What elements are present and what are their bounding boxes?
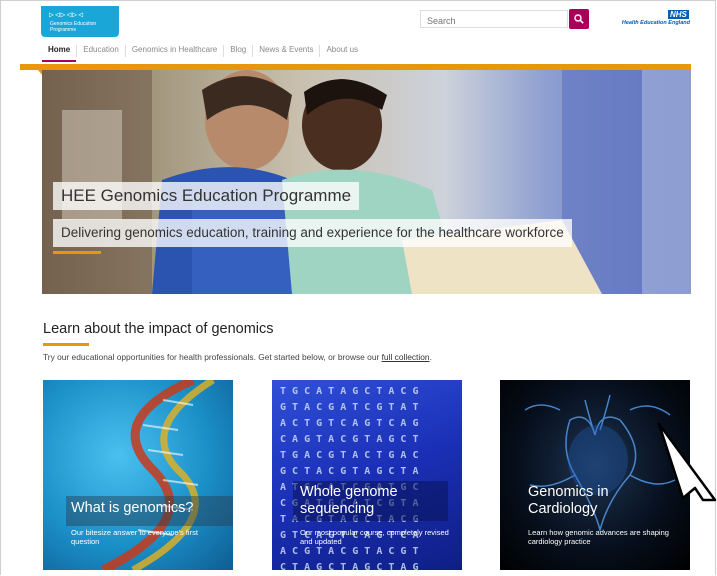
nav-item-home[interactable]: Home — [42, 45, 77, 62]
hero-accent-line — [53, 251, 101, 254]
intro-copy: Try our educational opportunities for he… — [43, 352, 380, 362]
nav-item-news-events[interactable]: News & Events — [252, 45, 319, 57]
hero-subtitle: Delivering genomics education, training … — [53, 219, 572, 247]
svg-text:T G C A T A G C T A C G: T G C A T A G C T A C G — [280, 386, 418, 397]
svg-text:G C T A C G T A G C T A: G C T A C G T A G C T A — [280, 466, 418, 477]
mouse-cursor-icon — [657, 422, 717, 502]
card-title-line2: sequencing — [300, 501, 375, 517]
section-accent-line — [43, 343, 89, 346]
search-input[interactable] — [421, 13, 567, 29]
card-what-is-genomics[interactable]: What is genomics? Our bitesize answer to… — [43, 380, 233, 570]
intro-end: . — [429, 352, 432, 362]
search-field[interactable] — [420, 10, 568, 29]
nav-item-blog[interactable]: Blog — [223, 45, 252, 57]
card-title-line2: Cardiology — [528, 501, 598, 517]
main-nav: Home Education Genomics in Healthcare Bl… — [42, 45, 364, 65]
full-collection-link[interactable]: full collection — [382, 352, 430, 362]
nhs-logo[interactable]: NHS — [668, 10, 689, 19]
search-button[interactable] — [569, 9, 589, 29]
intro-text: Try our educational opportunities for he… — [43, 352, 432, 362]
svg-text:C T A G C T A G C T A G: C T A G C T A G C T A G — [280, 562, 418, 570]
search-icon — [574, 14, 584, 24]
card-title-line1: Whole genome — [300, 484, 398, 500]
card-title: What is genomics? — [71, 500, 194, 516]
svg-text:A C T G T C A G T C A G: A C T G T C A G T C A G — [280, 418, 418, 429]
card-description: Our most popular course, completely revi… — [300, 528, 449, 546]
svg-text:G T A C G A T C G T A T: G T A C G A T C G T A T — [280, 402, 418, 413]
hero-title: HEE Genomics Education Programme — [53, 182, 360, 210]
section-title: Learn about the impact of genomics — [43, 321, 274, 337]
card-description: Learn how genomic advances are shaping c… — [528, 528, 669, 546]
svg-text:T G A C G T A C T G A C: T G A C G T A C T G A C — [280, 450, 418, 461]
hee-name: Health Education England — [621, 20, 690, 26]
svg-text:A C G T A C G T A C G T: A C G T A C G T A C G T — [280, 546, 418, 557]
nav-item-about-us[interactable]: About us — [319, 45, 364, 57]
dna-logo-icon: ▷◁▷◁▷◁ — [49, 10, 84, 19]
svg-text:C A G T A C G T A G C T: C A G T A C G T A G C T — [280, 434, 418, 445]
logo-text: Genomics Education Programme — [50, 21, 97, 33]
nav-item-genomics-in-healthcare[interactable]: Genomics in Healthcare — [124, 45, 223, 57]
gep-logo[interactable]: ▷◁▷◁▷◁ Genomics Education Programme — [41, 6, 119, 37]
card-title-line1: Genomics in — [528, 484, 609, 500]
card-description: Our bitesize answer to everyone's first … — [71, 528, 198, 546]
nav-item-education[interactable]: Education — [76, 45, 125, 57]
card-whole-genome-sequencing[interactable]: T G C A T A G C T A C G G T A C G A T C … — [272, 380, 462, 570]
